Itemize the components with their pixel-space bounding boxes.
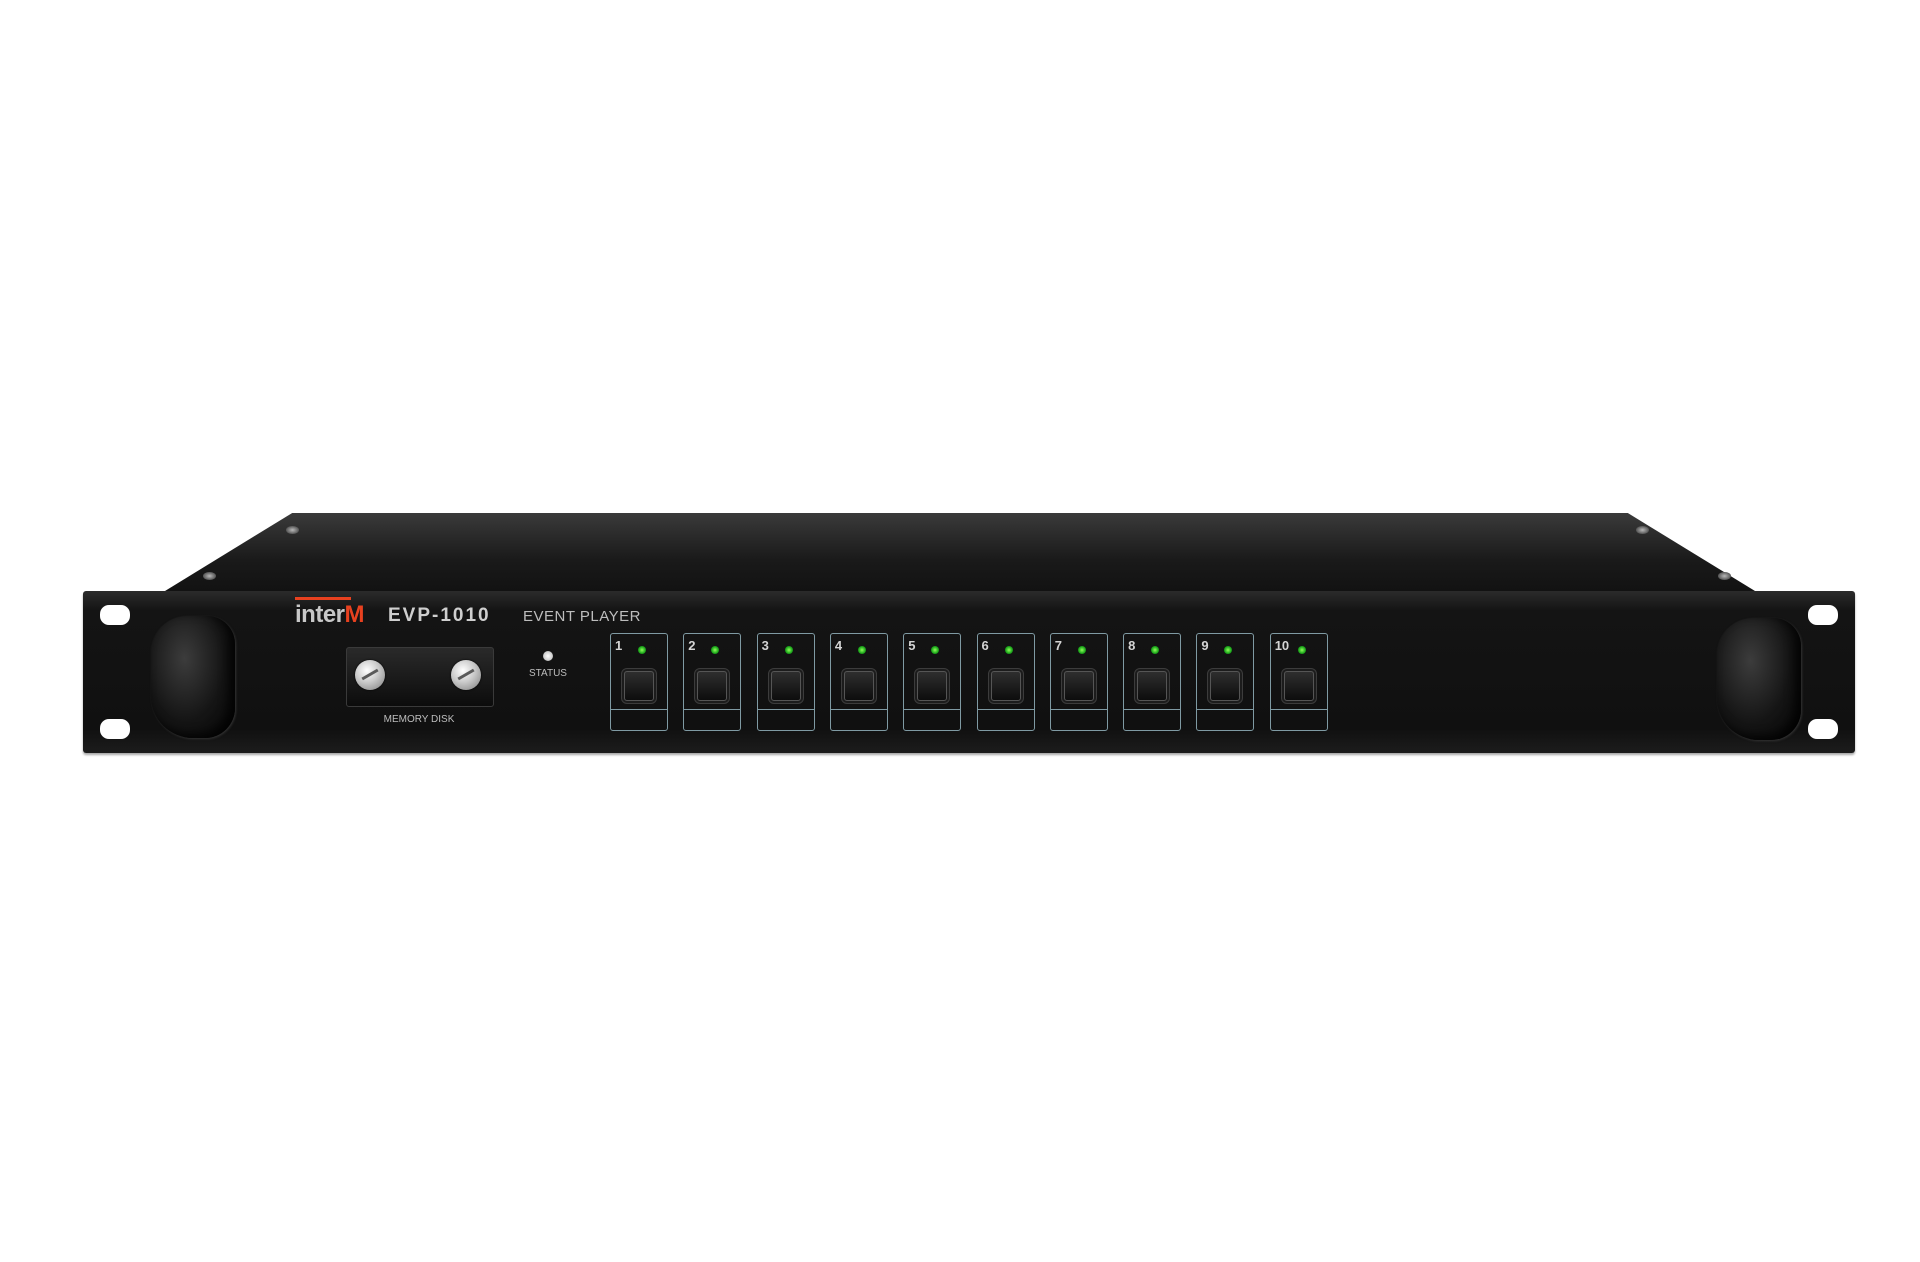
channel-4: 4 <box>829 633 888 731</box>
channel-3: 3 <box>756 633 815 731</box>
channel-7: 7 <box>1049 633 1108 731</box>
rack-mount-hole <box>100 719 130 739</box>
channel-9: 9 <box>1196 633 1255 731</box>
channel-number: 6 <box>981 638 989 653</box>
channel-5: 5 <box>903 633 962 731</box>
channel-divider <box>1270 709 1327 710</box>
channel-led-icon <box>1297 646 1306 654</box>
rack-mount-hole <box>1808 719 1838 739</box>
channel-number: 3 <box>761 638 769 653</box>
memory-disk-label: MEMORY DISK <box>383 714 455 725</box>
memory-disk-slot[interactable] <box>346 647 494 707</box>
channel-play-button[interactable] <box>990 671 1021 701</box>
channel-divider <box>684 709 741 710</box>
rack-mount-hole <box>1808 605 1838 625</box>
thumbscrew-icon[interactable] <box>355 660 385 690</box>
channel-play-button[interactable] <box>770 671 801 701</box>
brand-logo-tail: M <box>344 601 365 628</box>
channel-number: 8 <box>1128 638 1136 653</box>
lid-screw <box>286 526 299 534</box>
channel-number: 7 <box>1054 638 1063 653</box>
channel-number: 1 <box>615 638 623 653</box>
channel-number: 2 <box>688 638 696 653</box>
channel-divider <box>1197 709 1254 710</box>
channel-play-button[interactable] <box>1137 671 1168 701</box>
channel-led-icon <box>784 646 793 654</box>
channel-divider <box>1124 709 1181 710</box>
channel-number: 9 <box>1201 638 1209 653</box>
channel-10: 10 <box>1269 633 1328 731</box>
channel-divider <box>977 709 1034 710</box>
logo-accent-bar <box>295 597 351 600</box>
channel-play-button[interactable] <box>697 671 728 701</box>
thumbscrew-icon[interactable] <box>451 660 481 690</box>
channel-led-icon <box>1004 646 1013 654</box>
rack-mount-hole <box>100 605 130 625</box>
channel-play-button[interactable] <box>624 671 654 701</box>
channel-divider <box>1050 709 1107 710</box>
channel-1: 1 <box>610 633 668 731</box>
channel-divider <box>611 709 667 710</box>
channel-play-button[interactable] <box>1063 671 1094 701</box>
channel-divider <box>830 709 887 710</box>
channel-divider <box>757 709 814 710</box>
channel-number: 5 <box>908 638 916 653</box>
channel-led-icon <box>1077 646 1086 654</box>
channel-8: 8 <box>1123 633 1182 731</box>
brand-logo-main: inter <box>295 601 345 628</box>
product-subtitle: EVENT PLAYER <box>523 608 641 625</box>
channel-led-icon <box>1151 646 1160 654</box>
channel-led-icon <box>711 646 720 654</box>
channel-led-icon <box>931 646 940 654</box>
channel-led-icon <box>1224 646 1233 654</box>
status-label: STATUS <box>529 668 567 679</box>
channel-divider <box>904 709 961 710</box>
status-led-icon <box>543 651 553 661</box>
channel-number: 4 <box>834 638 843 653</box>
channel-led-icon <box>857 646 866 654</box>
channel-led-icon <box>638 646 646 654</box>
channel-2: 2 <box>683 633 742 731</box>
rack-handle-right[interactable] <box>1717 618 1801 740</box>
lid-screw <box>1636 526 1649 534</box>
channel-6: 6 <box>976 633 1035 731</box>
channel-number: 10 <box>1274 638 1290 653</box>
lid-screw <box>203 572 216 580</box>
brand-logo: interM <box>295 597 365 629</box>
channel-play-button[interactable] <box>1283 671 1314 701</box>
model-name: EVP-1010 <box>388 605 491 626</box>
rack-handle-left[interactable] <box>151 616 235 738</box>
channel-play-button[interactable] <box>1210 671 1241 701</box>
front-panel: interM EVP-1010 EVENT PLAYER MEMORY DISK… <box>83 591 1855 753</box>
channel-play-button[interactable] <box>843 671 874 701</box>
channel-play-button[interactable] <box>917 671 948 701</box>
lid-screw <box>1718 572 1731 580</box>
device-top-lid <box>165 513 1755 591</box>
